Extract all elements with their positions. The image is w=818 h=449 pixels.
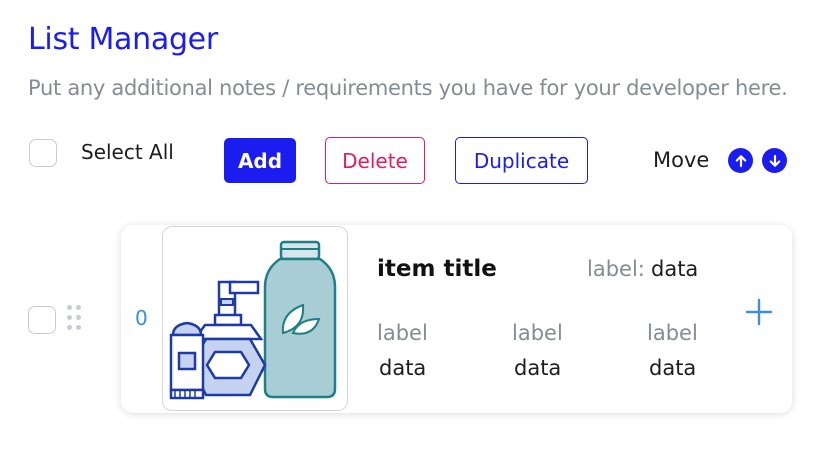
- select-all-checkbox[interactable]: [29, 139, 57, 167]
- field-label: label: [377, 321, 428, 345]
- delete-button[interactable]: Delete: [325, 137, 425, 184]
- item-title: item title: [377, 256, 497, 282]
- page-title: List Manager: [28, 22, 218, 57]
- field-label: label: [647, 321, 698, 345]
- field-data: data: [649, 356, 697, 380]
- expand-item-button[interactable]: [745, 298, 773, 326]
- move-down-button[interactable]: [762, 148, 787, 173]
- duplicate-button[interactable]: Duplicate: [455, 137, 588, 184]
- drag-handle-icon[interactable]: [67, 305, 83, 331]
- field-data: data: [379, 356, 427, 380]
- arrow-up-icon: [735, 154, 746, 167]
- field-label: label: [512, 321, 563, 345]
- item-index: 0: [135, 306, 148, 330]
- field-data: data: [514, 356, 562, 380]
- item-top-data: data: [651, 257, 699, 281]
- move-label: Move: [653, 148, 710, 172]
- toiletries-illustration-icon: [169, 240, 337, 400]
- arrow-down-icon: [769, 154, 780, 167]
- add-button[interactable]: Add: [224, 138, 296, 183]
- page-notes: Put any additional notes / requirements …: [28, 76, 788, 100]
- plus-icon: [745, 298, 773, 326]
- move-up-button[interactable]: [728, 148, 753, 173]
- select-all-label: Select All: [81, 140, 174, 164]
- item-checkbox[interactable]: [28, 306, 56, 334]
- item-top-label: label:: [587, 257, 645, 281]
- item-image: [162, 226, 348, 411]
